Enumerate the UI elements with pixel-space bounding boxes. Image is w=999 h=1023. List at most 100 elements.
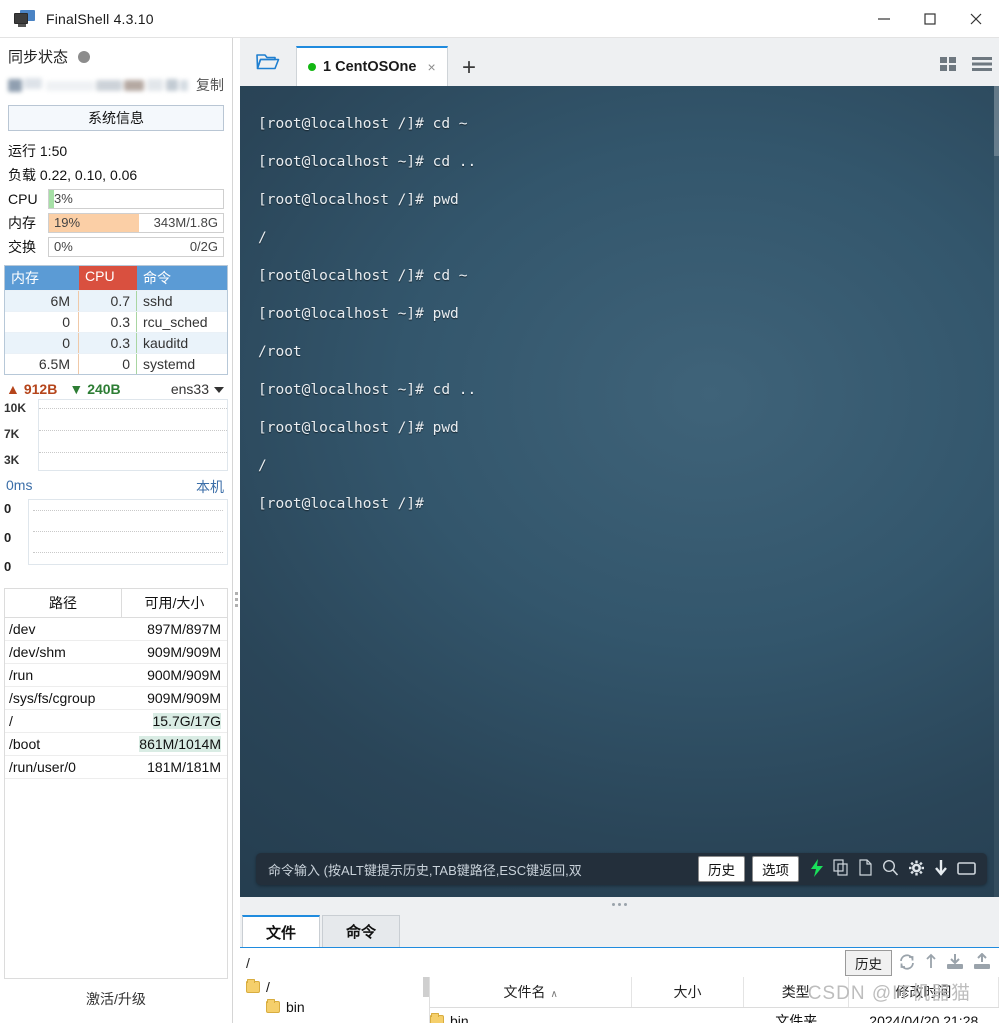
command-options-button[interactable]: 选项 — [752, 856, 799, 882]
file-header-type[interactable]: 类型 — [744, 977, 849, 1007]
disk-path: /run/user/0 — [9, 759, 76, 775]
table-row[interactable]: 0 0.3 kauditd — [5, 332, 227, 353]
up-icon[interactable] — [925, 953, 937, 973]
file-manager-panel: 文件 命令 / 历史 / bin 文件名 ∧ 大小 类型 修改时间 bin 文件… — [240, 911, 999, 1023]
window-icon[interactable] — [957, 859, 976, 880]
ping-axis-label-2: 0 — [4, 559, 12, 574]
tab-files[interactable]: 文件 — [242, 915, 320, 947]
memory-meter-row: 内存 19% 343M/1.8G — [0, 211, 232, 235]
table-row[interactable]: / 15.7G/17G — [5, 710, 227, 733]
table-row[interactable]: /run 900M/909M — [5, 664, 227, 687]
connection-status-dot — [308, 63, 316, 71]
process-header-command[interactable]: 命令 — [137, 266, 227, 290]
terminal-line: [root@localhost ~]# cd .. — [258, 154, 477, 170]
close-tab-icon[interactable]: × — [427, 59, 435, 75]
table-row[interactable]: /sys/fs/cgroup 909M/909M — [5, 687, 227, 710]
ping-axis-label-0: 0 — [4, 501, 12, 516]
process-header-cpu[interactable]: CPU — [79, 266, 137, 290]
table-row[interactable]: 6.5M 0 systemd — [5, 353, 227, 374]
tree-node-bin[interactable]: bin — [240, 997, 429, 1017]
sort-caret-icon: ∧ — [550, 989, 558, 1000]
cpu-meter: 3% — [48, 189, 224, 209]
tree-node-root[interactable]: / — [240, 977, 429, 997]
terminal-scrollbar[interactable] — [994, 86, 999, 897]
file-row[interactable]: bin 文件夹 2024/04/20 21:28 — [430, 1008, 999, 1023]
tree-node-label: bin — [286, 999, 305, 1015]
file-header-modified[interactable]: 修改时间 — [849, 977, 999, 1007]
process-cpu: 0 — [79, 354, 137, 374]
network-axis-label-2: 3K — [4, 453, 20, 467]
tab-commands[interactable]: 命令 — [322, 915, 400, 947]
process-memory: 6.5M — [5, 354, 79, 374]
disk-table-header: 路径 可用/大小 — [5, 589, 227, 618]
minimize-button[interactable] — [861, 0, 907, 38]
table-row[interactable]: /dev/shm 909M/909M — [5, 641, 227, 664]
table-row[interactable]: /dev 897M/897M — [5, 618, 227, 641]
command-icon-group — [810, 858, 979, 880]
panel-splitter[interactable] — [240, 897, 999, 911]
copy-icon[interactable] — [833, 858, 849, 880]
terminal-line: / — [258, 458, 267, 474]
table-row[interactable]: 0 0.3 rcu_sched — [5, 311, 227, 332]
path-input[interactable]: / — [246, 955, 845, 971]
cpu-percent: 3% — [54, 191, 73, 206]
table-row[interactable]: 6M 0.7 sshd — [5, 290, 227, 311]
close-button[interactable] — [953, 0, 999, 38]
copy-address-button[interactable]: 复制 — [188, 75, 224, 95]
download-icon[interactable] — [934, 859, 948, 880]
host-address-row: 复制 — [0, 73, 232, 99]
hamburger-menu-icon[interactable] — [965, 55, 999, 86]
disk-size: 900M/909M — [147, 667, 221, 683]
ping-host-label[interactable]: 本机 — [196, 477, 224, 497]
path-history-button[interactable]: 历史 — [845, 949, 892, 976]
folder-icon — [246, 979, 260, 993]
download-icon[interactable] — [946, 953, 964, 973]
upload-icon[interactable] — [973, 952, 991, 973]
maximize-button[interactable] — [907, 0, 953, 38]
ping-graph-wrap: 0 0 0 — [0, 499, 232, 574]
command-history-button[interactable]: 历史 — [698, 856, 745, 882]
tree-scrollbar[interactable] — [423, 977, 429, 997]
tab-centosone[interactable]: 1 CentOSOne × — [296, 46, 448, 86]
cpu-meter-label: CPU — [8, 191, 38, 207]
sidebar-splitter[interactable] — [233, 38, 240, 1023]
directory-tree[interactable]: / bin — [240, 977, 430, 1023]
command-input[interactable]: 命令输入 (按ALT键提示历史,TAB键路径,ESC键返回,双 — [268, 860, 691, 879]
sync-status-row: 同步状态 — [0, 38, 232, 73]
search-icon[interactable] — [882, 859, 899, 880]
table-row[interactable]: /run/user/0 181M/181M — [5, 756, 227, 779]
open-folder-icon[interactable] — [240, 38, 296, 86]
terminal-line: [root@localhost /]# cd ~ — [258, 116, 468, 132]
disk-path: /dev — [9, 621, 36, 637]
network-upload-value: 912B — [23, 381, 58, 397]
process-command: rcu_sched — [143, 314, 208, 330]
download-arrow-icon: ▼ — [69, 381, 84, 397]
file-header-size[interactable]: 大小 — [632, 977, 744, 1007]
memory-amount: 343M/1.8G — [153, 215, 218, 230]
network-interface-select[interactable]: ens33 — [171, 381, 224, 397]
disk-path: /run — [9, 667, 34, 683]
terminal-line: / — [258, 230, 267, 246]
command-input-bar: 命令输入 (按ALT键提示历史,TAB键路径,ESC键返回,双 历史 选项 — [256, 853, 987, 885]
grid-view-icon[interactable] — [933, 55, 965, 86]
disk-header-size[interactable]: 可用/大小 — [122, 589, 227, 617]
swap-meter-row: 交换 0% 0/2G — [0, 235, 232, 259]
disk-path: /sys/fs/cgroup — [9, 690, 96, 706]
process-header-memory[interactable]: 内存 — [5, 266, 79, 290]
activate-upgrade-link[interactable]: 激活/升级 — [0, 979, 232, 1023]
paste-icon[interactable] — [858, 858, 873, 880]
sync-status-label: 同步状态 — [8, 49, 69, 66]
table-row[interactable]: /boot 861M/1014M — [5, 733, 227, 756]
swap-meter: 0% 0/2G — [48, 237, 224, 257]
terminal-line: [root@localhost /]# pwd — [258, 420, 459, 436]
file-size — [633, 1018, 744, 1023]
swap-meter-label: 交换 — [8, 239, 36, 255]
lightning-icon[interactable] — [810, 858, 824, 880]
refresh-icon[interactable] — [898, 953, 916, 973]
terminal-output[interactable]: [root@localhost /]# cd ~ [root@localhost… — [240, 86, 999, 897]
gear-icon[interactable] — [908, 859, 925, 880]
new-tab-button[interactable]: + — [448, 56, 488, 86]
disk-header-path[interactable]: 路径 — [5, 589, 122, 617]
system-info-button[interactable]: 系统信息 — [8, 105, 224, 131]
file-header-name[interactable]: 文件名 ∧ — [430, 977, 633, 1007]
